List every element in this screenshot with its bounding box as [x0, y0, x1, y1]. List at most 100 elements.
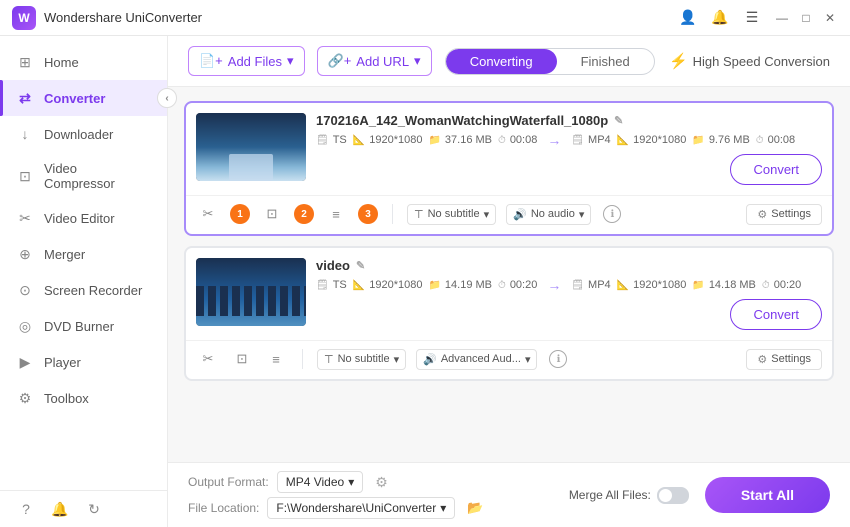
sidebar-item-label: Toolbox [44, 391, 89, 406]
subtitle-select-1[interactable]: ⊤ No subtitle ▾ [407, 204, 496, 225]
output-res-1: 📐 1920*1080 [617, 134, 687, 146]
subtitle-text-1: No subtitle [428, 208, 480, 220]
convert-btn-container-2: Convert [730, 299, 822, 330]
downloader-icon: ↓ [16, 125, 34, 143]
sidebar-item-player[interactable]: ▶ Player [0, 344, 167, 380]
file-title-text-2: video [316, 258, 350, 273]
size-icon-src: 📁 [428, 135, 440, 146]
audio-chevron-1: ▾ [579, 208, 585, 221]
file-card-2: video ✎ 🗒 TS 📐 1920*1080 [184, 246, 834, 381]
audio-chevron-2: ▾ [525, 353, 531, 366]
help-icon[interactable]: ? [16, 499, 36, 519]
file-location-field: File Location: F:\Wondershare\UniConvert… [188, 497, 553, 519]
add-url-btn[interactable]: 🔗+ Add URL ▾ [317, 46, 432, 76]
source-res-1: 📐 1920*1080 [353, 134, 423, 146]
location-chevron: ▾ [440, 501, 446, 515]
sidebar-item-label: Player [44, 355, 81, 370]
sidebar-item-video-editor[interactable]: ✂ Video Editor [0, 200, 167, 236]
tab-finished[interactable]: Finished [557, 49, 654, 74]
add-url-icon: 🔗+ [328, 53, 352, 69]
output-format-select[interactable]: MP4 Video ▾ [277, 471, 364, 493]
browse-folder-btn[interactable]: 📂 [467, 500, 483, 516]
main-layout: ⊞ Home ⇄ Converter ‹ ↓ Downloader ⊡ Vide… [0, 36, 850, 527]
tab-converting[interactable]: Converting [446, 49, 557, 74]
audio-text-2: Advanced Aud... [441, 353, 521, 365]
audio-text-1: No audio [531, 208, 575, 220]
output-res-text-1: 1920*1080 [633, 134, 686, 146]
effects-icon-2[interactable]: ≡ [264, 347, 288, 371]
badge-1-1: 1 [230, 204, 250, 224]
cog-icon-2: ⚙ [757, 353, 767, 366]
source-dur-1: ⏱ 00:08 [498, 134, 537, 146]
settings-btn-2[interactable]: ⚙ Settings [746, 349, 822, 370]
sidebar-item-dvd-burner[interactable]: ◎ DVD Burner [0, 308, 167, 344]
info-btn-1[interactable]: ℹ [603, 205, 621, 223]
file-icon-out-2: 🗒 [571, 280, 584, 291]
minimize-btn[interactable]: — [774, 10, 790, 26]
bottom-fields: Output Format: MP4 Video ▾ ⚙ File Locati… [188, 471, 553, 519]
sidebar-collapse-btn[interactable]: ‹ [157, 88, 177, 108]
tab-group: Converting Finished [445, 48, 655, 75]
edit-title-icon-2[interactable]: ✎ [356, 259, 365, 272]
sidebar-item-downloader[interactable]: ↓ Downloader [0, 116, 167, 152]
edit-title-icon-1[interactable]: ✎ [614, 114, 623, 127]
merge-label: Merge All Files: [569, 488, 651, 502]
settings-btn-1[interactable]: ⚙ Settings [746, 204, 822, 225]
sidebar-item-label: DVD Burner [44, 319, 114, 334]
titlebar: W Wondershare UniConverter 👤 🔔 ☰ — □ ✕ [0, 0, 850, 36]
file-card-bottom-1: ✂ 1 ⊡ 2 ≡ 3 ⊤ No subtitle ▾ 🔊 [186, 195, 832, 234]
notification-icon[interactable]: 🔔 [50, 499, 70, 519]
format-value: MP4 Video [286, 475, 344, 489]
audio-select-1[interactable]: 🔊 No audio ▾ [506, 204, 591, 225]
crop-icon-1[interactable]: ⊡ [260, 202, 284, 226]
file-thumb-2 [196, 258, 306, 326]
file-location-select[interactable]: F:\Wondershare\UniConverter ▾ [267, 497, 455, 519]
dur-icon-src: ⏱ [498, 135, 506, 146]
convert-btn-1[interactable]: Convert [730, 154, 822, 185]
start-all-btn[interactable]: Start All [705, 477, 830, 513]
maximize-btn[interactable]: □ [798, 10, 814, 26]
output-format-label: Output Format: [188, 475, 269, 489]
sidebar-item-video-compressor[interactable]: ⊡ Video Compressor [0, 152, 167, 200]
refresh-icon[interactable]: ↻ [84, 499, 104, 519]
sidebar-item-label: Merger [44, 247, 85, 262]
sidebar-item-home[interactable]: ⊞ Home [0, 44, 167, 80]
sidebar-item-label: Home [44, 55, 79, 70]
file-icon-out: 🗒 [571, 135, 584, 146]
output-res-text-2: 1920*1080 [633, 279, 686, 291]
sidebar-item-merger[interactable]: ⊕ Merger [0, 236, 167, 272]
format-settings-icon[interactable]: ⚙ [375, 474, 388, 491]
add-files-btn[interactable]: 📄+ Add Files ▾ [188, 46, 305, 76]
cut-icon-2[interactable]: ✂ [196, 347, 220, 371]
converter-icon: ⇄ [16, 89, 34, 107]
info-btn-2[interactable]: ℹ [549, 350, 567, 368]
high-speed-btn[interactable]: ⚡ High Speed Conversion [669, 52, 830, 70]
sidebar-item-toolbox[interactable]: ⚙ Toolbox [0, 380, 167, 416]
output-size-1: 📁 9.76 MB [692, 134, 749, 146]
merge-toggle[interactable] [657, 487, 689, 504]
menu-icon[interactable]: ☰ [738, 4, 766, 32]
player-icon: ▶ [16, 353, 34, 371]
source-size-2: 📁 14.19 MB [428, 279, 492, 291]
audio-select-2[interactable]: 🔊 Advanced Aud... ▾ [416, 349, 537, 370]
recorder-icon: ⊙ [16, 281, 34, 299]
settings-label-2: Settings [771, 353, 811, 365]
convert-btn-container-1: Convert [730, 154, 822, 185]
sidebar-bottom: ? 🔔 ↻ [0, 490, 167, 527]
convert-btn-2[interactable]: Convert [730, 299, 822, 330]
sidebar-item-screen-recorder[interactable]: ⊙ Screen Recorder [0, 272, 167, 308]
file-card-bottom-2: ✂ ⊡ ≡ ⊤ No subtitle ▾ 🔊 Advanced Aud... … [186, 340, 832, 379]
output-size-text-1: 9.76 MB [709, 134, 750, 146]
convert-arrow-2: → [547, 277, 561, 293]
add-files-chevron: ▾ [287, 53, 294, 69]
crop-icon-2[interactable]: ⊡ [230, 347, 254, 371]
file-title-1: 170216A_142_WomanWatchingWaterfall_1080p… [316, 113, 822, 128]
effects-icon-1[interactable]: ≡ [324, 202, 348, 226]
cut-icon-1[interactable]: ✂ [196, 202, 220, 226]
app-title: Wondershare UniConverter [44, 10, 202, 25]
bell-icon[interactable]: 🔔 [706, 4, 734, 32]
user-icon[interactable]: 👤 [674, 4, 702, 32]
subtitle-select-2[interactable]: ⊤ No subtitle ▾ [317, 349, 406, 370]
close-btn[interactable]: ✕ [822, 10, 838, 26]
sidebar-item-converter[interactable]: ⇄ Converter ‹ [0, 80, 167, 116]
